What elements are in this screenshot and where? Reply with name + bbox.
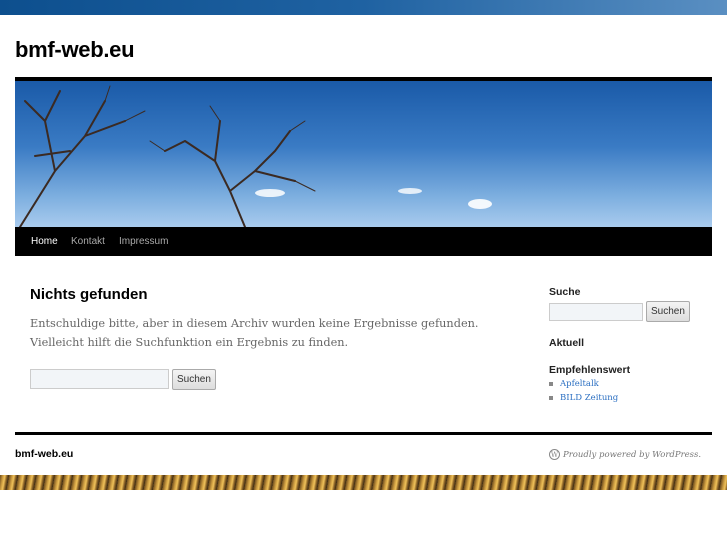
top-banner (0, 0, 727, 15)
link-bild-zeitung[interactable]: BILD Zeitung (560, 393, 618, 403)
link-list: Apfeltalk BILD Zeitung (549, 377, 618, 405)
nav-impressum[interactable]: Impressum (119, 236, 168, 247)
not-found-message: Entschuldige bitte, aber in diesem Archi… (30, 317, 479, 349)
search-button[interactable]: Suchen (172, 369, 216, 390)
sidebar-search-input[interactable] (549, 303, 643, 321)
header-image (15, 77, 712, 227)
powered-by-text: Proudly powered by WordPress. (563, 449, 702, 460)
footer-grass-image (0, 475, 727, 490)
nav-kontakt[interactable]: Kontakt (71, 236, 105, 247)
widget-title-suche: Suche (549, 286, 581, 298)
wordpress-icon: W (549, 449, 560, 460)
footer-divider (15, 432, 712, 435)
nav-home[interactable]: Home (31, 236, 58, 247)
main-navigation: Home Kontakt Impressum (15, 227, 712, 256)
link-apfeltalk[interactable]: Apfeltalk (560, 379, 599, 389)
list-item: Apfeltalk (549, 377, 618, 391)
footer-site-title[interactable]: bmf-web.eu (15, 448, 73, 460)
list-item: BILD Zeitung (549, 391, 618, 405)
sidebar-search-button[interactable]: Suchen (646, 301, 690, 322)
search-input[interactable] (30, 369, 169, 389)
tree-landscape-icon (19, 85, 492, 227)
powered-by-link[interactable]: W Proudly powered by WordPress. (549, 449, 701, 460)
site-title[interactable]: bmf-web.eu (15, 37, 135, 63)
widget-title-empfehlenswert: Empfehlenswert (549, 364, 631, 376)
page-title: Nichts gefunden (30, 286, 148, 303)
widget-title-aktuell: Aktuell (549, 337, 585, 349)
